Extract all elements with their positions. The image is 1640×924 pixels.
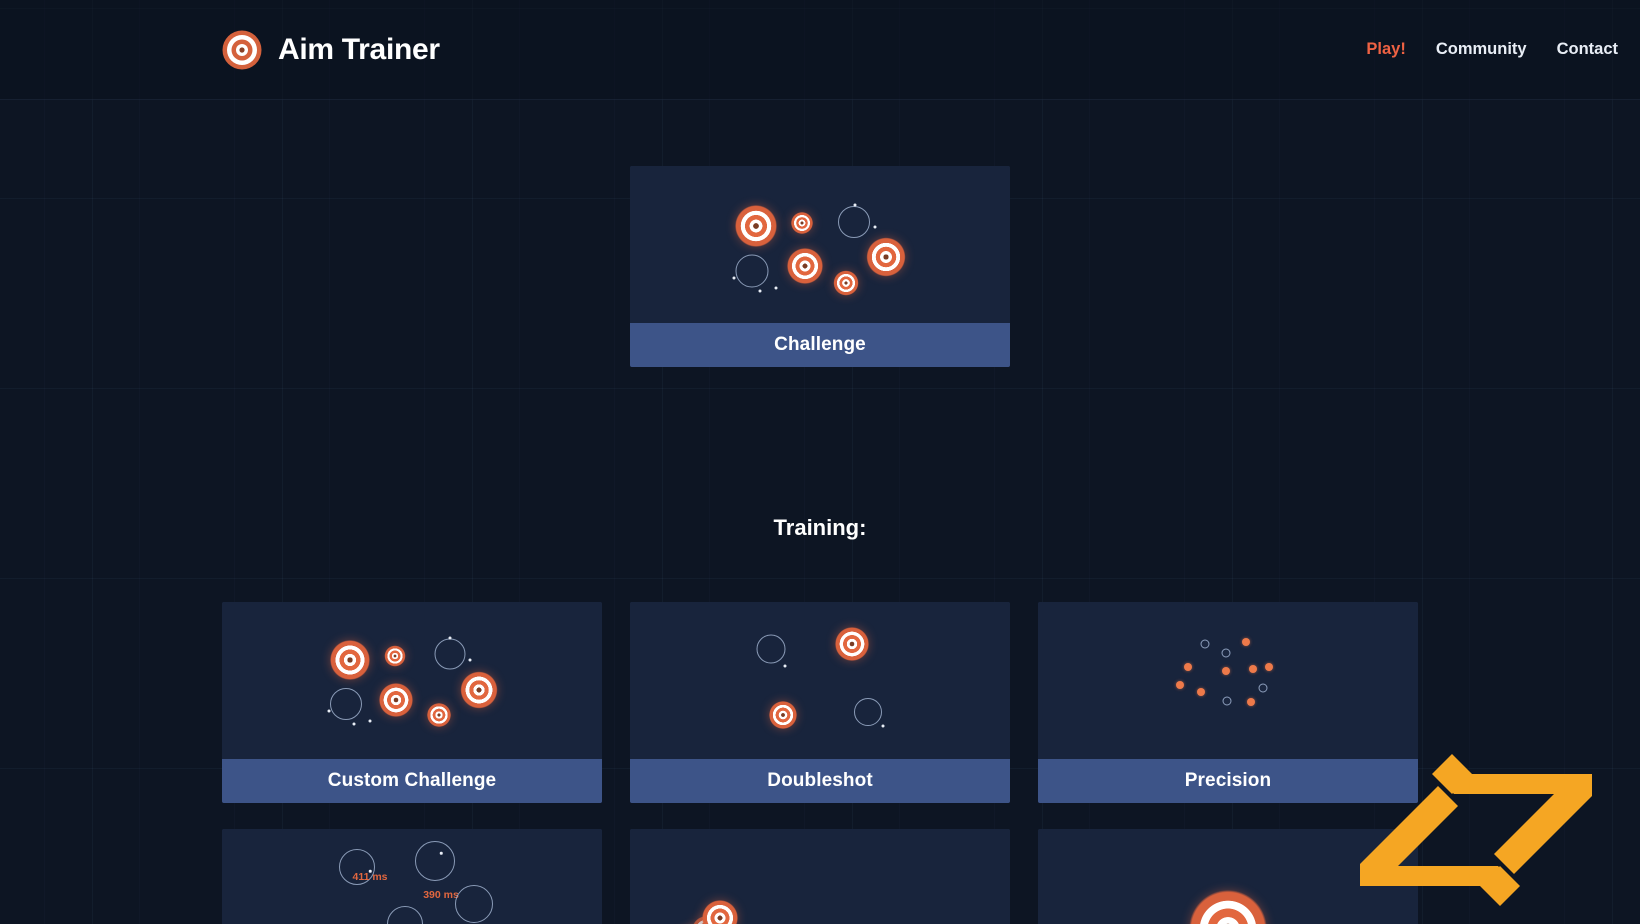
- precision-dot: [1221, 648, 1231, 658]
- spark: [448, 636, 452, 640]
- precision-dot: [1222, 696, 1232, 706]
- reaction-time-label: 390 ms: [423, 889, 459, 901]
- spark: [368, 719, 372, 723]
- spark: [732, 276, 736, 280]
- target-ring: [330, 688, 362, 720]
- card-art-custom-challenge: [222, 602, 602, 759]
- target: [769, 701, 797, 729]
- precision-dot: [1258, 683, 1268, 693]
- precision-dot: [1200, 639, 1210, 649]
- card-art-doubleshot: [630, 602, 1010, 759]
- target: [833, 270, 859, 296]
- precision-dot: [1247, 698, 1255, 706]
- card-label-precision: Precision: [1038, 759, 1418, 803]
- card-custom-challenge[interactable]: Custom Challenge: [222, 602, 602, 803]
- card-art-precision: [1038, 602, 1418, 759]
- spark: [853, 203, 857, 207]
- section-title-training: Training:: [773, 515, 867, 540]
- card-challenge[interactable]: Challenge: [630, 166, 1010, 367]
- target: [379, 683, 413, 717]
- card-art-challenge: [630, 166, 1010, 323]
- main-content: Challenge Training: Custom Challenge Dou…: [0, 100, 1640, 924]
- spark: [881, 724, 885, 728]
- card-label-challenge: Challenge: [630, 323, 1010, 367]
- precision-dot: [1222, 667, 1230, 675]
- featured-card-wrap: Challenge: [0, 100, 1640, 367]
- card-bigtarget[interactable]: [1038, 829, 1418, 924]
- target: [735, 205, 777, 247]
- card-label-doubleshot: Doubleshot: [630, 759, 1010, 803]
- target-ring: [455, 885, 493, 923]
- target-ring: [387, 906, 423, 924]
- training-grid-row2: 411 ms 390 ms 340 ms 411 ms: [0, 829, 1640, 924]
- precision-dot: [1184, 663, 1192, 671]
- target-icon: [222, 30, 262, 70]
- main-nav: Play! Community Contact: [1366, 40, 1618, 59]
- target: [460, 671, 498, 709]
- card-art-tracking: [630, 829, 1010, 924]
- target-ring: [838, 206, 870, 238]
- precision-dot: [1249, 665, 1257, 673]
- card-precision[interactable]: Precision: [1038, 602, 1418, 803]
- spark: [439, 851, 443, 855]
- brand-logo-link[interactable]: Aim Trainer: [222, 30, 440, 70]
- card-reaction[interactable]: 411 ms 390 ms 340 ms 411 ms: [222, 829, 602, 924]
- target-ring: [756, 634, 786, 664]
- spark: [468, 658, 472, 662]
- precision-dot: [1197, 688, 1205, 696]
- target: [787, 248, 823, 284]
- nav-link-contact[interactable]: Contact: [1557, 40, 1618, 59]
- spark: [758, 289, 762, 293]
- precision-dot: [1176, 681, 1184, 689]
- precision-dot: [1242, 638, 1250, 646]
- target: [330, 640, 370, 680]
- spark: [327, 709, 331, 713]
- nav-link-community[interactable]: Community: [1436, 40, 1527, 59]
- target: [384, 645, 406, 667]
- target: [427, 703, 451, 727]
- target-ring: [415, 841, 455, 881]
- card-doubleshot[interactable]: Doubleshot: [630, 602, 1010, 803]
- target: [835, 627, 869, 661]
- training-grid-row1: Custom Challenge Doubleshot Precision: [0, 602, 1640, 803]
- reaction-time-label: 411 ms: [352, 871, 388, 883]
- spark: [873, 225, 877, 229]
- brand-title: Aim Trainer: [278, 32, 440, 66]
- spark: [352, 722, 356, 726]
- target-ring: [434, 638, 466, 670]
- target: [1189, 890, 1267, 924]
- target-ring: [735, 254, 769, 288]
- target: [791, 212, 813, 234]
- spark: [368, 869, 372, 873]
- card-art-reaction: 411 ms 390 ms 340 ms 411 ms: [222, 829, 602, 924]
- card-tracking[interactable]: [630, 829, 1010, 924]
- target-ring: [854, 698, 882, 726]
- card-art-bigtarget: [1038, 829, 1418, 924]
- spark: [774, 286, 778, 290]
- card-label-custom-challenge: Custom Challenge: [222, 759, 602, 803]
- site-header: Aim Trainer Play! Community Contact: [0, 0, 1640, 100]
- nav-link-play[interactable]: Play!: [1366, 40, 1405, 59]
- target: [866, 237, 906, 277]
- target: [702, 900, 738, 924]
- spark: [783, 664, 787, 668]
- precision-dot: [1265, 663, 1273, 671]
